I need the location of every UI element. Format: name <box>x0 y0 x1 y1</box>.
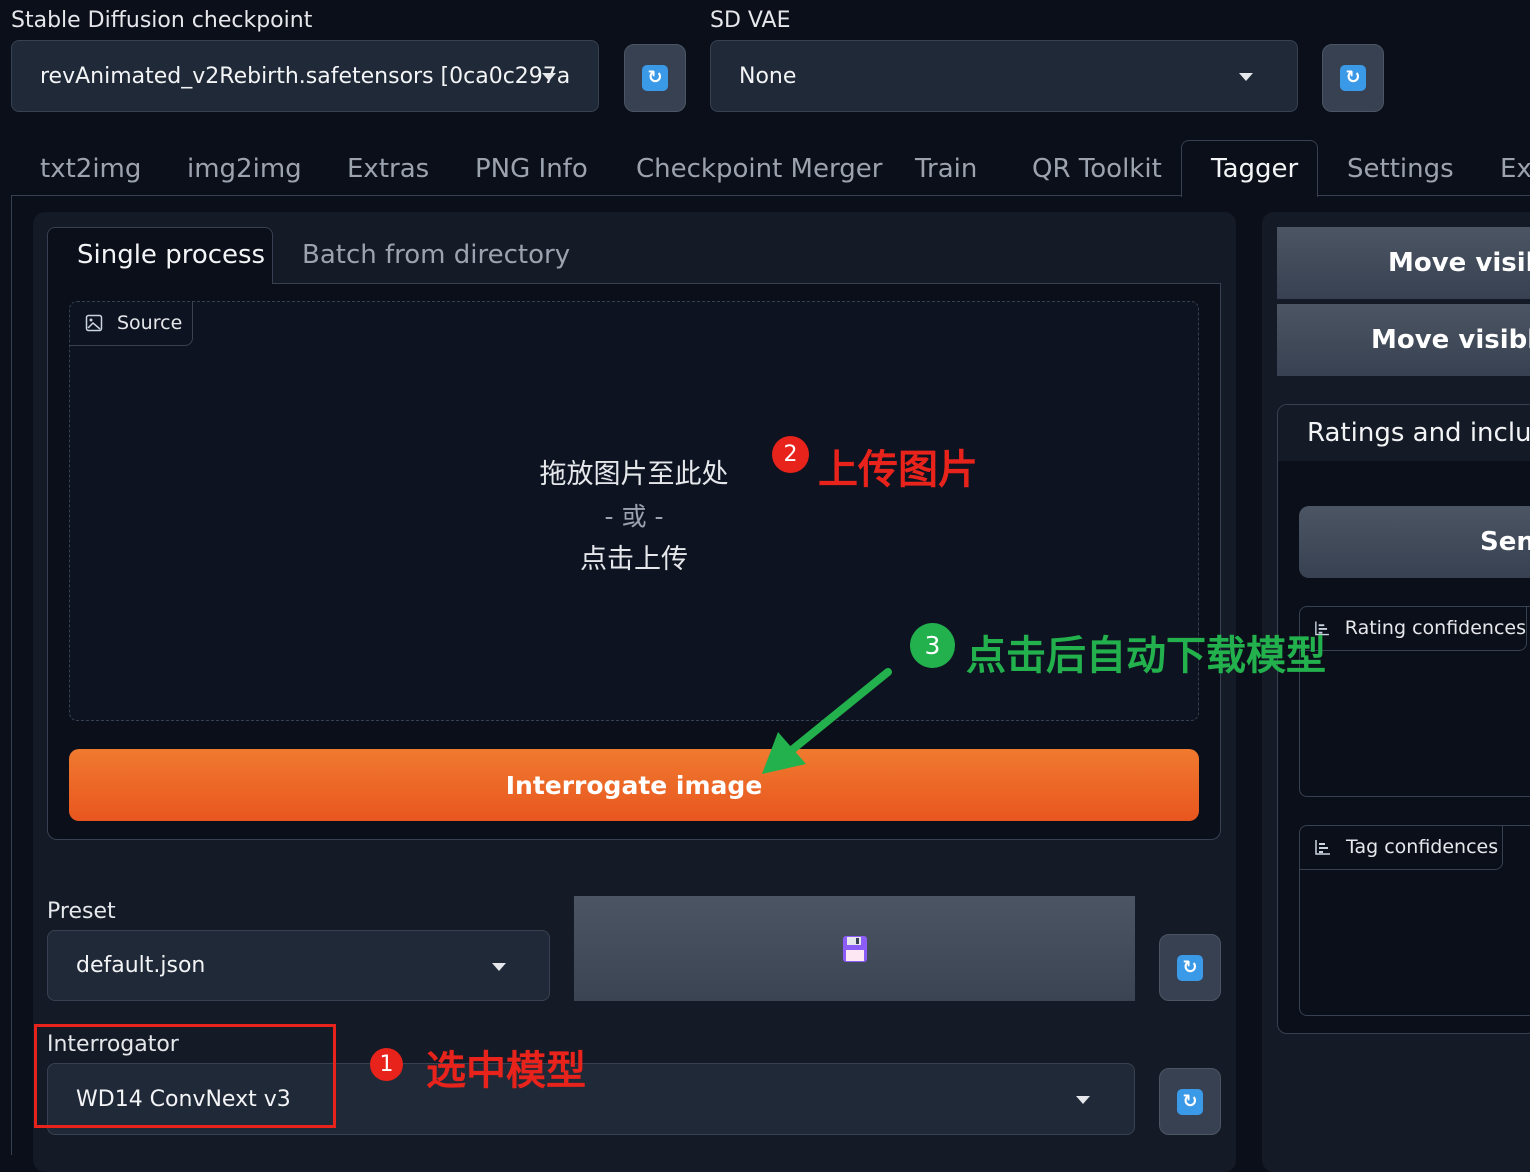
annotation-arrow <box>762 668 892 774</box>
rating-confidences-label: Rating confidences <box>1344 617 1526 639</box>
annotation-3-text: 点击后自动下载模型 <box>966 633 1326 679</box>
vae-value: None <box>739 63 797 89</box>
chevron-down-icon <box>1239 73 1253 81</box>
tab-train[interactable]: Train <box>915 154 977 184</box>
vae-label: SD VAE <box>710 8 791 33</box>
move-visible-label-2: Move visible t <box>1371 325 1530 355</box>
subtab-single-process-label: Single process <box>77 240 266 270</box>
annotation-2-badge: 2 <box>772 436 809 473</box>
checkpoint-refresh-button[interactable]: ↻ <box>624 44 686 112</box>
bar-chart-icon <box>1315 840 1330 855</box>
tag-confidences-header: Tag confidences <box>1299 825 1503 870</box>
or-text: - 或 - <box>604 502 664 531</box>
preset-label: Preset <box>47 899 116 924</box>
refresh-icon: ↻ <box>642 65 668 91</box>
chevron-down-icon <box>1076 1096 1090 1104</box>
interrogator-refresh-button[interactable]: ↻ <box>1159 1068 1221 1135</box>
source-label: Source <box>117 312 183 334</box>
preset-refresh-button[interactable]: ↻ <box>1159 934 1221 1001</box>
source-label-box: Source <box>69 301 193 346</box>
move-visible-button-1[interactable]: Move visible <box>1277 227 1530 299</box>
subtab-batch-from-directory[interactable]: Batch from directory <box>302 240 570 270</box>
interrogate-image-label: Interrogate image <box>505 770 763 800</box>
vae-refresh-button[interactable]: ↻ <box>1322 44 1384 112</box>
tab-extras[interactable]: Extras <box>347 154 429 184</box>
annotation-1-badge: 1 <box>370 1048 403 1081</box>
floppy-disk-icon <box>842 935 867 962</box>
tab-png-info[interactable]: PNG Info <box>475 154 588 184</box>
checkpoint-label: Stable Diffusion checkpoint <box>11 8 313 33</box>
preset-value: default.json <box>76 953 206 978</box>
chevron-down-icon <box>542 73 556 81</box>
tab-img2img[interactable]: img2img <box>187 154 302 184</box>
checkpoint-value: revAnimated_v2Rebirth.safetensors [0ca0c… <box>40 63 571 89</box>
refresh-icon: ↻ <box>1340 65 1366 91</box>
annotation-highlight-box <box>34 1024 336 1128</box>
interrogate-image-button[interactable]: Interrogate image <box>69 749 1199 821</box>
subtab-single-process[interactable]: Single process <box>47 227 273 285</box>
annotation-2-text: 上传图片 <box>818 447 978 493</box>
ratings-label: Ratings and include <box>1307 418 1530 448</box>
tab-panel-border <box>11 196 12 1155</box>
tab-checkpoint-merger[interactable]: Checkpoint Merger <box>636 154 882 184</box>
tab-txt2img[interactable]: txt2img <box>40 154 141 184</box>
checkpoint-dropdown[interactable]: revAnimated_v2Rebirth.safetensors [0ca0c… <box>11 40 599 112</box>
tab-extensions[interactable]: Ext <box>1500 154 1530 184</box>
move-visible-label-1: Move visible <box>1388 248 1530 278</box>
rating-confidences-header: Rating confidences <box>1299 606 1527 651</box>
refresh-icon: ↻ <box>1177 1088 1203 1115</box>
annotation-1-text: 选中模型 <box>426 1048 586 1094</box>
preset-dropdown[interactable]: default.json <box>47 930 550 1001</box>
tab-tagger[interactable]: Tagger <box>1211 154 1298 184</box>
annotation-3-badge: 3 <box>910 623 955 668</box>
click-upload-text: 点击上传 <box>580 544 688 575</box>
vae-dropdown[interactable]: None <box>710 40 1298 112</box>
tab-settings[interactable]: Settings <box>1347 154 1454 184</box>
image-icon <box>85 314 103 332</box>
send-button[interactable]: Send <box>1299 506 1530 578</box>
move-visible-button-2[interactable]: Move visible t <box>1277 304 1530 376</box>
refresh-icon: ↻ <box>1177 954 1203 981</box>
tab-qr-toolkit[interactable]: QR Toolkit <box>1032 154 1162 184</box>
send-label: Send <box>1480 527 1530 557</box>
save-preset-button[interactable] <box>574 896 1135 1001</box>
tag-confidences-label: Tag confidences <box>1346 836 1499 858</box>
chevron-down-icon <box>492 963 506 971</box>
